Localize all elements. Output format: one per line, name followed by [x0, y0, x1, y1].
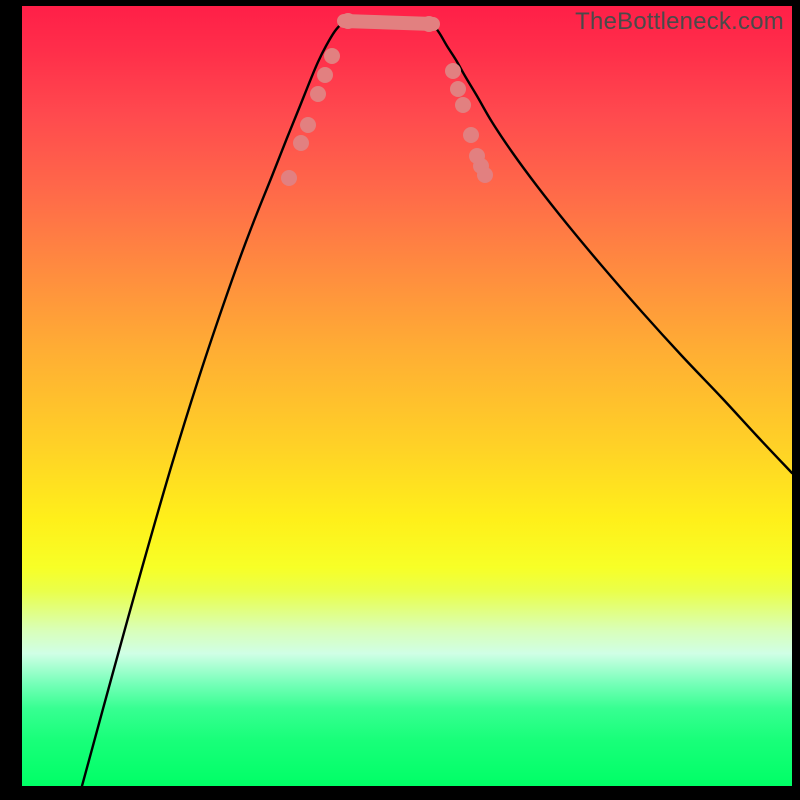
curve-layer — [22, 6, 792, 786]
brand-watermark: TheBottleneck.com — [575, 8, 784, 36]
plot-area — [22, 6, 792, 786]
markers — [281, 13, 493, 186]
marker-dot — [310, 86, 326, 102]
marker-dot — [450, 81, 466, 97]
chart-stage: TheBottleneck.com — [0, 0, 800, 800]
marker-dot — [463, 127, 479, 143]
plateau-segment — [344, 21, 433, 24]
marker-dot — [317, 67, 333, 83]
marker-dot — [421, 16, 437, 32]
marker-dot — [300, 117, 316, 133]
marker-dot — [281, 170, 297, 186]
right-curve — [433, 24, 792, 473]
marker-dot — [324, 48, 340, 64]
marker-dot — [455, 97, 471, 113]
marker-dot — [469, 148, 485, 164]
marker-dot — [340, 13, 356, 29]
marker-dot — [445, 63, 461, 79]
marker-dot — [293, 135, 309, 151]
left-curve — [82, 21, 344, 786]
